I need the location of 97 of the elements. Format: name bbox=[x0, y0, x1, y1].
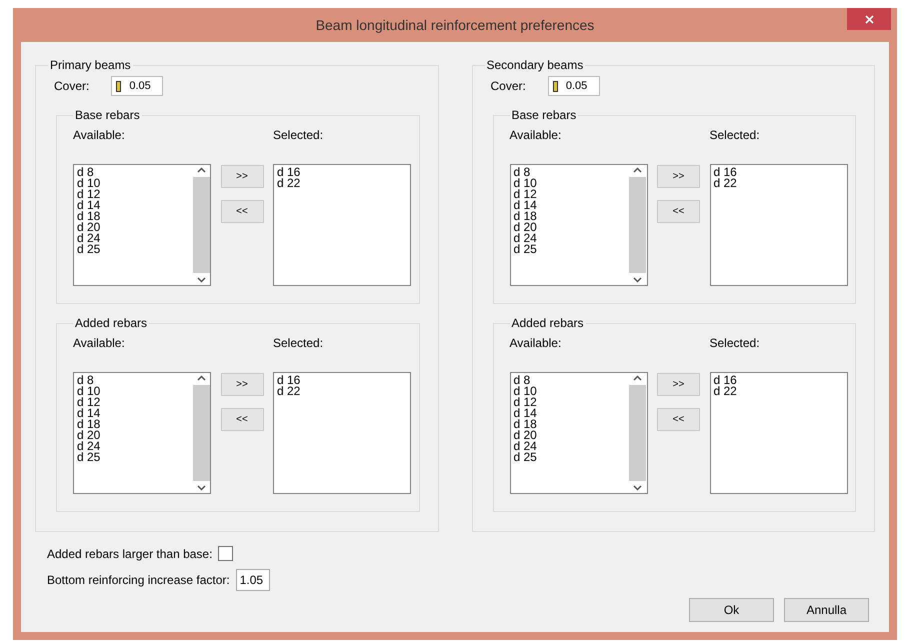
scrollbar-thumb[interactable] bbox=[192, 385, 210, 481]
list-item[interactable]: d 8 bbox=[77, 375, 189, 386]
list-item[interactable]: d 10 bbox=[77, 178, 189, 189]
list-item[interactable]: d 12 bbox=[514, 189, 626, 200]
increase-factor-field[interactable]: 1.05 bbox=[236, 569, 270, 591]
rebar-group-title: Added rebars bbox=[510, 316, 585, 330]
list-item[interactable]: d 22 bbox=[714, 386, 844, 397]
list-item[interactable]: d 12 bbox=[77, 189, 189, 200]
scroll-down-icon[interactable] bbox=[196, 277, 206, 283]
available-label: Available: bbox=[73, 128, 126, 142]
scrollbar-thumb[interactable] bbox=[629, 385, 646, 481]
scrollbar-thumb[interactable] bbox=[629, 177, 646, 273]
add-button[interactable]: >> bbox=[220, 373, 264, 396]
close-button[interactable] bbox=[847, 8, 891, 30]
rebar-group-title: Base rebars bbox=[510, 108, 578, 122]
list-item[interactable]: d 10 bbox=[77, 386, 189, 397]
list-item[interactable]: d 16 bbox=[714, 167, 844, 178]
selected-list[interactable]: d 16 d 22 bbox=[710, 164, 848, 286]
list-item[interactable]: d 24 bbox=[514, 233, 626, 244]
list-item[interactable]: d 18 bbox=[77, 211, 189, 222]
list-item[interactable]: d 18 bbox=[514, 419, 626, 430]
list-item[interactable]: d 8 bbox=[77, 167, 189, 178]
list-item[interactable]: d 25 bbox=[514, 452, 626, 463]
available-label: Available: bbox=[73, 336, 126, 350]
ok-button[interactable]: Ok bbox=[689, 598, 774, 622]
list-item[interactable]: d 14 bbox=[514, 200, 626, 211]
window-title: Beam longitudinal reinforcement preferences bbox=[314, 17, 596, 33]
list-item[interactable]: d 14 bbox=[514, 408, 626, 419]
list-item[interactable]: d 24 bbox=[77, 233, 189, 244]
list-item[interactable]: d 10 bbox=[514, 386, 626, 397]
available-label: Available: bbox=[510, 128, 562, 142]
available-list[interactable]: d 8 d 10 d 12 d 14 d 18 d 20 d 24 d 25 bbox=[73, 372, 211, 494]
remove-button[interactable]: << bbox=[657, 200, 700, 223]
rebar-group-title: Added rebars bbox=[74, 316, 148, 330]
list-item[interactable]: d 20 bbox=[77, 430, 189, 441]
add-button[interactable]: >> bbox=[657, 165, 700, 188]
list-item[interactable]: d 22 bbox=[277, 178, 407, 189]
scroll-up-icon[interactable] bbox=[196, 375, 206, 381]
scroll-down-icon[interactable] bbox=[633, 277, 642, 283]
list-item[interactable]: d 24 bbox=[514, 441, 626, 452]
remove-button[interactable]: << bbox=[220, 200, 264, 223]
selected-label: Selected: bbox=[710, 336, 761, 350]
remove-button[interactable]: << bbox=[657, 408, 700, 431]
list-item[interactable]: d 16 bbox=[277, 375, 407, 386]
list-item[interactable]: d 24 bbox=[77, 441, 189, 452]
list-item[interactable]: d 16 bbox=[277, 167, 407, 178]
list-item[interactable]: d 18 bbox=[514, 211, 626, 222]
beam-group-title: Secondary beams bbox=[486, 58, 584, 72]
larger-than-base-label: Added rebars larger than base: bbox=[47, 546, 212, 560]
selected-label: Selected: bbox=[273, 128, 324, 142]
rebar-group-title: Base rebars bbox=[74, 108, 141, 122]
list-item[interactable]: d 25 bbox=[514, 244, 626, 255]
list-item[interactable]: d 25 bbox=[77, 244, 189, 255]
list-item[interactable]: d 12 bbox=[77, 397, 189, 408]
list-item[interactable]: d 12 bbox=[514, 397, 626, 408]
selected-label: Selected: bbox=[273, 336, 324, 350]
scroll-up-icon[interactable] bbox=[196, 167, 206, 173]
list-item[interactable]: d 8 bbox=[514, 167, 626, 178]
cancel-button[interactable]: Annulla bbox=[784, 598, 869, 622]
cover-field[interactable]: 0.05 bbox=[111, 76, 164, 96]
list-item[interactable]: d 20 bbox=[77, 222, 189, 233]
scroll-down-icon[interactable] bbox=[633, 485, 642, 491]
list-item[interactable]: d 20 bbox=[514, 430, 626, 441]
ruler-icon bbox=[116, 80, 122, 92]
scroll-up-icon[interactable] bbox=[633, 167, 642, 173]
selected-list[interactable]: d 16 d 22 bbox=[273, 372, 411, 494]
selected-list[interactable]: d 16 d 22 bbox=[273, 164, 411, 286]
selected-label: Selected: bbox=[710, 128, 761, 142]
list-item[interactable]: d 20 bbox=[514, 222, 626, 233]
selected-list[interactable]: d 16 d 22 bbox=[710, 372, 848, 494]
increase-factor-label: Bottom reinforcing increase factor: bbox=[47, 573, 230, 587]
list-item[interactable]: d 25 bbox=[77, 452, 189, 463]
list-item[interactable]: d 18 bbox=[77, 419, 189, 430]
scroll-down-icon[interactable] bbox=[196, 485, 206, 491]
scrollbar-thumb[interactable] bbox=[192, 177, 210, 273]
list-item[interactable]: d 14 bbox=[77, 200, 189, 211]
list-item[interactable]: d 8 bbox=[514, 375, 626, 386]
list-item[interactable]: d 22 bbox=[277, 386, 407, 397]
list-item[interactable]: d 16 bbox=[714, 375, 844, 386]
list-item[interactable]: d 22 bbox=[714, 178, 844, 189]
remove-button[interactable]: << bbox=[220, 408, 264, 431]
list-item[interactable]: d 10 bbox=[514, 178, 626, 189]
available-list[interactable]: d 8 d 10 d 12 d 14 d 18 d 20 d 24 d 25 bbox=[510, 372, 648, 494]
available-label: Available: bbox=[510, 336, 562, 350]
scroll-up-icon[interactable] bbox=[633, 375, 642, 381]
available-list[interactable]: d 8 d 10 d 12 d 14 d 18 d 20 d 24 d 25 bbox=[73, 164, 211, 286]
list-item[interactable]: d 14 bbox=[77, 408, 189, 419]
available-list[interactable]: d 8 d 10 d 12 d 14 d 18 d 20 d 24 d 25 bbox=[510, 164, 648, 286]
add-button[interactable]: >> bbox=[220, 165, 264, 188]
cover-label: Cover: bbox=[54, 79, 90, 93]
larger-than-base-checkbox[interactable] bbox=[218, 546, 234, 561]
add-button[interactable]: >> bbox=[657, 373, 700, 396]
close-icon bbox=[864, 14, 874, 24]
beam-group-title: Primary beams bbox=[49, 58, 132, 72]
ruler-icon bbox=[552, 80, 558, 92]
cover-label: Cover: bbox=[490, 79, 526, 93]
cover-field[interactable]: 0.05 bbox=[548, 76, 600, 96]
